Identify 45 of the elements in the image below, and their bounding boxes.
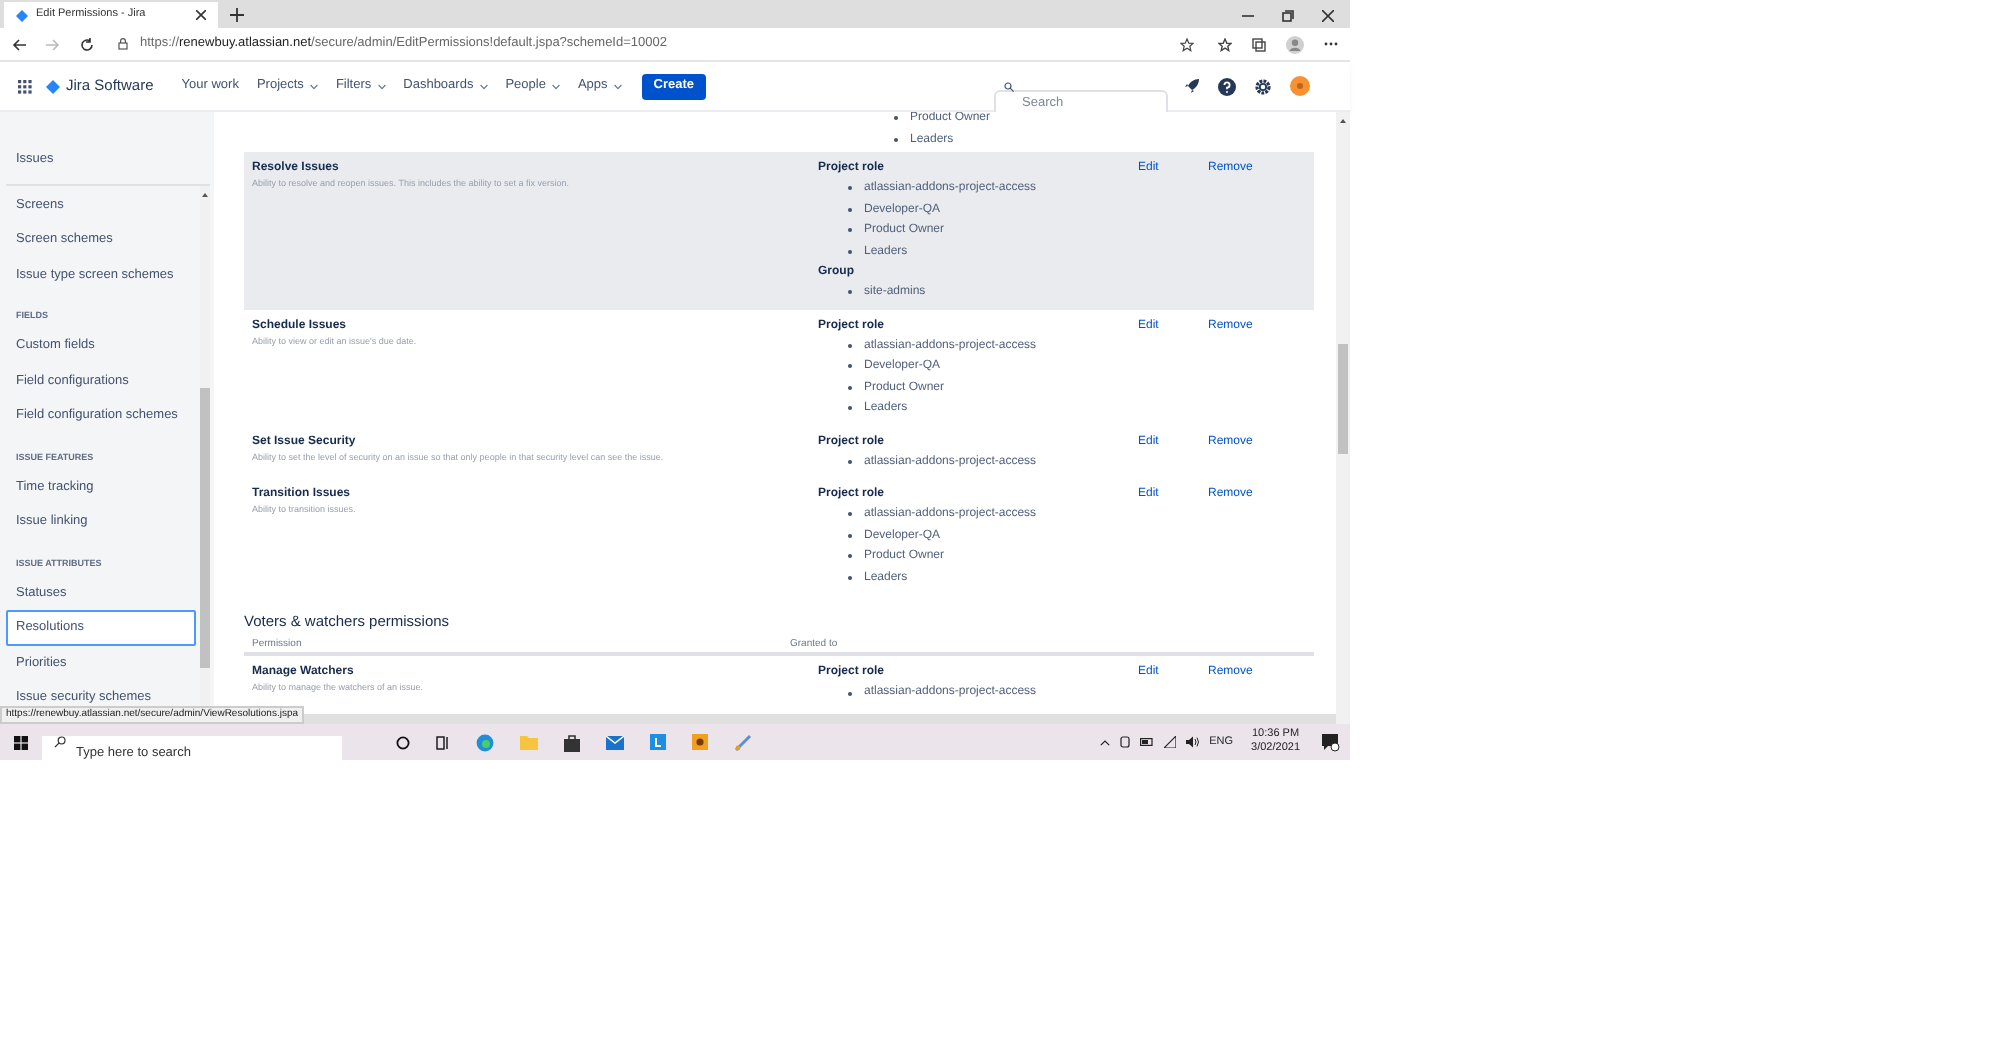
collections-icon[interactable] bbox=[1252, 37, 1266, 51]
search-icon bbox=[54, 736, 66, 748]
favorite-star-icon[interactable] bbox=[1180, 37, 1194, 51]
avatar-icon[interactable] bbox=[1290, 76, 1310, 96]
app-grid-icon[interactable] bbox=[18, 79, 32, 93]
help-icon[interactable] bbox=[1218, 77, 1236, 95]
chevron-down-icon bbox=[551, 83, 560, 89]
scrollbar-thumb[interactable] bbox=[1338, 344, 1348, 454]
plus-icon[interactable] bbox=[230, 8, 244, 22]
cortana-circle-icon[interactable] bbox=[396, 735, 410, 749]
scroll-up-icon[interactable] bbox=[202, 191, 208, 198]
windows-logo-icon[interactable] bbox=[14, 735, 28, 749]
favorites-icon[interactable] bbox=[1218, 37, 1232, 51]
close-icon[interactable] bbox=[196, 10, 206, 20]
browser-app-icon[interactable] bbox=[476, 733, 494, 751]
minimize-icon[interactable] bbox=[1242, 10, 1254, 22]
paint-brush-icon[interactable] bbox=[734, 733, 752, 751]
diamond-icon bbox=[16, 9, 28, 21]
chevron-down-icon bbox=[613, 83, 622, 89]
profile-icon[interactable] bbox=[1286, 35, 1304, 53]
close-icon[interactable] bbox=[1322, 10, 1334, 22]
speaker-icon[interactable] bbox=[1185, 736, 1200, 748]
scroll-up-icon[interactable] bbox=[1340, 118, 1346, 124]
settings-icon[interactable] bbox=[1254, 77, 1272, 95]
chevron-up-icon[interactable] bbox=[1099, 739, 1110, 745]
scrollbar-thumb[interactable] bbox=[200, 387, 210, 668]
wifi-icon[interactable] bbox=[1163, 736, 1176, 748]
restore-icon[interactable] bbox=[1282, 10, 1294, 22]
chevron-down-icon bbox=[479, 83, 488, 89]
battery-icon[interactable] bbox=[1139, 738, 1154, 746]
back-arrow-icon[interactable] bbox=[12, 37, 26, 51]
shopping-bag-icon[interactable] bbox=[564, 733, 580, 751]
search-icon bbox=[1004, 81, 1014, 91]
lock-icon bbox=[118, 38, 128, 50]
mail-icon[interactable] bbox=[606, 735, 624, 749]
task-view-icon[interactable] bbox=[436, 735, 450, 749]
app-tile-icon[interactable] bbox=[692, 734, 708, 750]
notification-icon[interactable] bbox=[1322, 733, 1340, 751]
chevron-down-icon bbox=[377, 83, 386, 89]
chevron-down-icon bbox=[309, 83, 318, 89]
device-icon[interactable] bbox=[1119, 736, 1130, 748]
letter-tile-icon[interactable] bbox=[650, 734, 666, 750]
reload-icon[interactable] bbox=[80, 37, 94, 51]
rocket-icon[interactable] bbox=[1184, 78, 1200, 94]
diamond-icon bbox=[46, 79, 60, 93]
